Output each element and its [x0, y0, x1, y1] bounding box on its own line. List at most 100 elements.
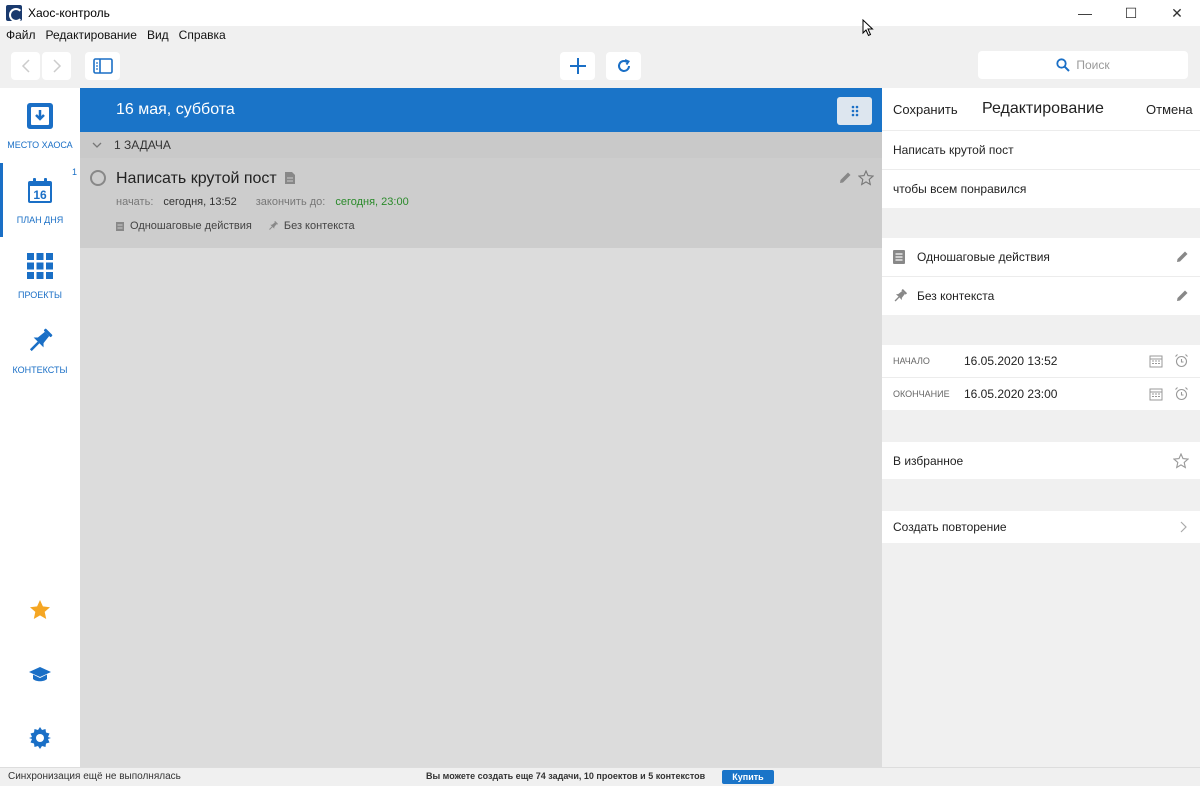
cancel-button[interactable]: Отмена: [1146, 102, 1193, 117]
list-icon: [893, 250, 905, 264]
editor-title: Редактирование: [982, 100, 1104, 117]
pencil-icon[interactable]: [1175, 289, 1189, 303]
back-button[interactable]: [11, 52, 40, 80]
context-row[interactable]: Без контекста: [882, 277, 1200, 315]
task-group-header[interactable]: 1 ЗАДАЧА: [80, 132, 882, 158]
pencil-icon[interactable]: [1175, 250, 1189, 264]
sidebar-item-day-plan[interactable]: 16 План дня: [0, 163, 80, 233]
task-note-value: чтобы всем понравился: [893, 182, 1027, 196]
end-label: закончить до:: [255, 196, 326, 208]
pin-icon: [894, 289, 907, 302]
chevron-left-icon: [21, 59, 30, 73]
status-bar: Синхронизация ещё не выполнялась Вы може…: [0, 767, 1200, 786]
editor-header: Сохранить Редактирование Отмена: [882, 88, 1200, 130]
end-value: 16.05.2020 23:00: [964, 387, 1058, 401]
sync-status: Синхронизация ещё не выполнялась: [8, 771, 181, 782]
view-options-button[interactable]: [837, 97, 872, 125]
plus-icon: [569, 58, 586, 74]
menu-bar: Файл Редактирование Вид Справка: [0, 26, 1200, 44]
window-controls: — ☐ ✕: [1062, 0, 1200, 26]
sidebar-panel-icon: [92, 58, 113, 74]
maximize-button[interactable]: ☐: [1108, 0, 1154, 26]
end-date-row[interactable]: Окончание 16.05.2020 23:00: [882, 378, 1200, 410]
toolbar: Поиск: [0, 44, 1200, 88]
alarm-clock-icon[interactable]: [1174, 353, 1189, 368]
task-title-field[interactable]: Написать крутой пост: [882, 131, 1200, 169]
star-outline-icon[interactable]: [858, 170, 874, 186]
editor-panel: Сохранить Редактирование Отмена Написать…: [882, 88, 1200, 767]
sidebar-item-projects[interactable]: Проекты: [0, 238, 80, 308]
menu-file[interactable]: Файл: [6, 28, 36, 42]
start-label: начать:: [116, 196, 154, 208]
close-button[interactable]: ✕: [1154, 0, 1200, 26]
task-tags: Одношаговые действия Без контекста: [116, 220, 355, 232]
start-label: Начало: [893, 356, 930, 366]
forward-button[interactable]: [42, 52, 71, 80]
start-value: сегодня, 13:52: [163, 196, 237, 208]
note-icon: [285, 172, 295, 184]
search-icon: [1056, 58, 1071, 72]
calendar-16-icon: 16: [28, 178, 52, 203]
minimize-button[interactable]: —: [1062, 0, 1108, 26]
calendar-day-number: 16: [33, 188, 47, 202]
start-value: 16.05.2020 13:52: [964, 354, 1058, 368]
favorite-label: В избранное: [893, 454, 964, 468]
create-repeat-row[interactable]: Создать повторение: [882, 511, 1200, 543]
buy-button[interactable]: Купить: [722, 770, 774, 784]
search-placeholder: Поиск: [1076, 58, 1110, 72]
task-complete-checkbox[interactable]: [90, 170, 106, 186]
day-header: 16 мая, суббота: [80, 88, 882, 132]
add-task-button[interactable]: [560, 52, 595, 80]
list-icon: [116, 221, 124, 231]
title-bar: Хаос-контроль — ☐ ✕: [0, 0, 1200, 26]
sync-button[interactable]: [606, 52, 641, 80]
toggle-sidebar-button[interactable]: [85, 52, 120, 80]
project-row[interactable]: Одношаговые действия: [882, 238, 1200, 276]
task-title: Написать крутой пост: [116, 170, 277, 187]
end-value: сегодня, 23:00: [335, 196, 409, 208]
menu-help[interactable]: Справка: [179, 28, 226, 42]
task-project: Одношаговые действия: [130, 220, 252, 232]
project-value: Одношаговые действия: [917, 250, 1050, 264]
sidebar-item-contexts[interactable]: Контексты: [0, 313, 80, 383]
calendar-icon[interactable]: [1149, 387, 1163, 401]
graduation-cap-icon[interactable]: [28, 665, 52, 685]
menu-edit[interactable]: Редактирование: [46, 28, 137, 42]
sidebar: Место хаоса 1 16 План дня Проекты Контек…: [0, 88, 80, 767]
task-dates: начать: сегодня, 13:52 закончить до: сег…: [116, 196, 409, 208]
task-context: Без контекста: [283, 220, 355, 232]
context-value: Без контекста: [917, 289, 995, 303]
end-label: Окончание: [893, 389, 950, 399]
alarm-clock-icon[interactable]: [1174, 386, 1189, 401]
sidebar-item-label: Место хаоса: [7, 140, 73, 150]
sidebar-item-label: Контексты: [12, 365, 68, 375]
grid-icon: [27, 253, 53, 279]
pin-icon: [29, 328, 53, 352]
promo-text: Вы можете создать еще 74 задачи, 10 прое…: [426, 771, 706, 781]
refresh-icon: [617, 59, 630, 72]
chevron-down-icon: [92, 142, 102, 148]
sidebar-item-label: Проекты: [18, 290, 62, 300]
mouse-cursor-icon: [862, 19, 874, 37]
favorite-row[interactable]: В избранное: [882, 442, 1200, 479]
task-title-value: Написать крутой пост: [893, 143, 1014, 157]
star-outline-icon[interactable]: [1173, 453, 1189, 469]
search-input[interactable]: Поиск: [978, 51, 1188, 79]
sidebar-item-chaos-place[interactable]: Место хаоса: [0, 88, 80, 158]
task-row[interactable]: Написать крутой пост начать: сегодня, 13…: [80, 158, 882, 248]
task-note-field[interactable]: чтобы всем понравился: [882, 170, 1200, 208]
sidebar-item-label: План дня: [16, 215, 64, 225]
menu-view[interactable]: Вид: [147, 28, 169, 42]
calendar-icon[interactable]: [1149, 354, 1163, 368]
chevron-right-icon: [1180, 521, 1187, 533]
star-icon[interactable]: [29, 599, 51, 621]
window-title: Хаос-контроль: [28, 6, 110, 20]
start-date-row[interactable]: Начало 16.05.2020 13:52: [882, 345, 1200, 377]
pencil-icon[interactable]: [838, 171, 852, 185]
save-button[interactable]: Сохранить: [893, 102, 958, 117]
gear-icon[interactable]: [28, 726, 52, 750]
inbox-download-icon: [27, 103, 53, 129]
chevron-right-icon: [52, 59, 61, 73]
create-repeat-label: Создать повторение: [893, 520, 1007, 534]
task-list-area: 16 мая, суббота 1 ЗАДАЧА Написать крутой…: [80, 88, 882, 767]
